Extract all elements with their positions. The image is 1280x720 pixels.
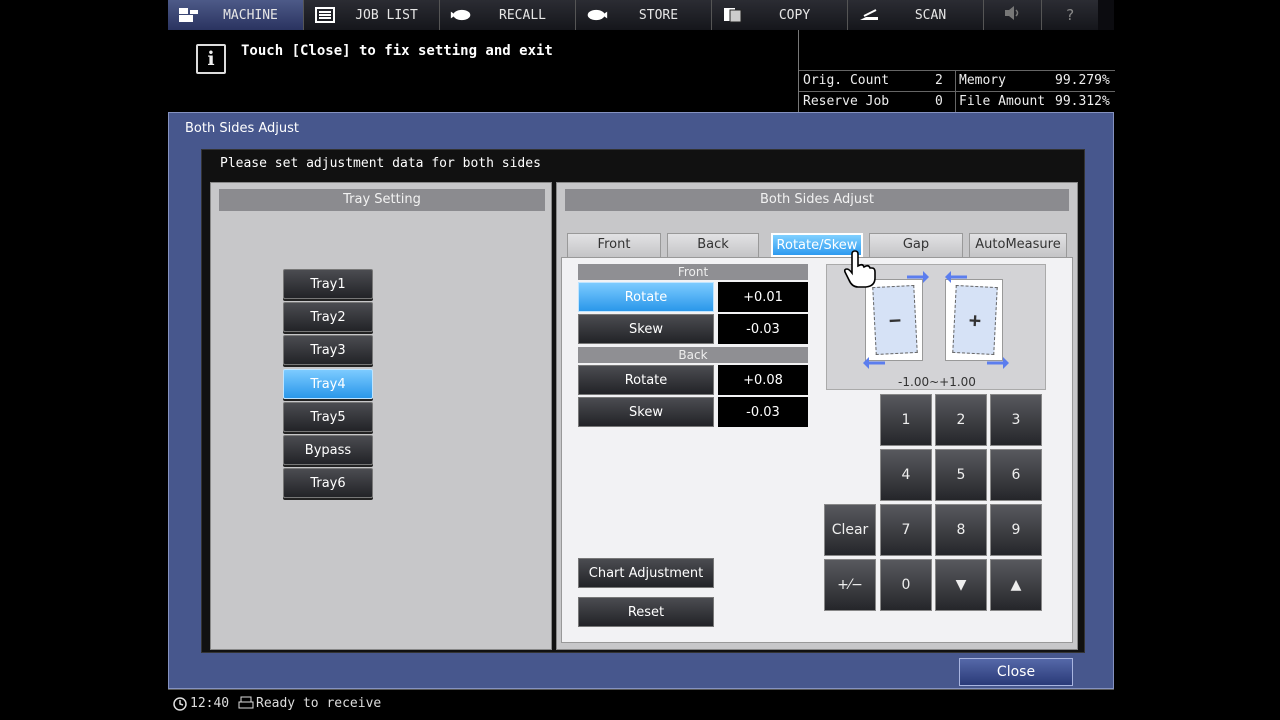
both-sides-adjust-dialog: Both Sides Adjust Please set adjustment … (168, 112, 1114, 689)
range-label: -1.00~+1.00 (898, 375, 976, 389)
tray-5-button[interactable]: Tray5 (283, 402, 373, 432)
front-skew-value: -0.03 (718, 314, 808, 344)
both-sides-adjust-panel: Both Sides Adjust Front Back Rotate/Skew… (556, 182, 1078, 650)
recall-icon (450, 7, 472, 23)
tray-1-button[interactable]: Tray1 (283, 269, 373, 299)
tab-store-label: STORE (638, 7, 679, 23)
tray-4-button[interactable]: Tray4 (283, 369, 373, 399)
orig-count-label: Orig. Count (803, 73, 890, 88)
tab-store[interactable]: STORE (576, 0, 712, 30)
bypass-button[interactable]: Bypass (283, 435, 373, 465)
reserve-job-label: Reserve Job (803, 94, 890, 109)
tab-front[interactable]: Front (567, 233, 661, 257)
memory-value: 99.279% (1055, 73, 1110, 88)
tray-setting-title: Tray Setting (219, 189, 545, 211)
clock-icon (173, 697, 187, 715)
printer-icon (238, 696, 254, 714)
tray-2-button[interactable]: Tray2 (283, 302, 373, 332)
counters-panel: Orig. Count 2 Memory 99.279% Reserve Job… (798, 30, 1115, 112)
key-4[interactable]: 4 (880, 449, 932, 501)
plus-minus-button[interactable]: +⁄− (824, 559, 876, 611)
both-sides-adjust-title: Both Sides Adjust (565, 189, 1069, 211)
key-9[interactable]: 9 (990, 504, 1042, 556)
tray-6-button[interactable]: Tray6 (283, 468, 373, 498)
tab-job-list[interactable]: JOB LIST (304, 0, 440, 30)
key-6[interactable]: 6 (990, 449, 1042, 501)
down-arrow-button[interactable]: ▼ (935, 559, 987, 611)
back-skew-button[interactable]: Skew (578, 397, 714, 427)
tab-scan-label: SCAN (914, 7, 947, 23)
dialog-title: Both Sides Adjust (185, 121, 299, 136)
tab-recall-label: RECALL (499, 7, 546, 23)
tab-automeasure[interactable]: AutoMeasure (969, 233, 1067, 257)
help-icon: ? (1065, 6, 1075, 24)
tab-recall[interactable]: RECALL (440, 0, 576, 30)
speaker-icon (1004, 6, 1022, 24)
front-rotate-value: +0.01 (718, 282, 808, 312)
key-0[interactable]: 0 (880, 559, 932, 611)
back-section-heading: Back (578, 347, 808, 363)
tray-setting-panel: Tray Setting Tray1 Tray2 Tray3 Tray4 Tra… (210, 182, 552, 650)
tab-gap[interactable]: Gap (869, 233, 963, 257)
back-rotate-button[interactable]: Rotate (578, 365, 714, 395)
info-icon: i (196, 44, 226, 74)
rotate-skew-content: Front Rotate +0.01 Skew -0.03 Back Rotat… (561, 257, 1073, 643)
list-icon (314, 7, 336, 23)
front-section-heading: Front (578, 264, 808, 280)
status-bar: 12:40 Ready to receive (168, 689, 1114, 720)
tab-copy[interactable]: COPY (712, 0, 848, 30)
copy-icon (722, 7, 744, 23)
counter-row-2: Reserve Job 0 File Amount 99.312% (799, 91, 1115, 112)
memory-label: Memory (955, 71, 1006, 91)
up-arrow-button[interactable]: ▲ (990, 559, 1042, 611)
store-icon (586, 7, 608, 23)
file-amount-label: File Amount (955, 92, 1045, 112)
key-2[interactable]: 2 (935, 394, 987, 446)
status-text: Ready to receive (256, 696, 382, 711)
volume-button[interactable] (984, 0, 1042, 30)
reset-button[interactable]: Reset (578, 597, 714, 627)
back-skew-value: -0.03 (718, 397, 808, 427)
help-button[interactable]: ? (1042, 0, 1098, 30)
front-skew-button[interactable]: Skew (578, 314, 714, 344)
dialog-body: Please set adjustment data for both side… (201, 149, 1085, 653)
file-amount-value: 99.312% (1055, 94, 1110, 109)
hand-cursor-icon (842, 250, 882, 290)
chart-adjustment-button[interactable]: Chart Adjustment (578, 558, 714, 588)
tray-3-button[interactable]: Tray3 (283, 335, 373, 365)
tab-back[interactable]: Back (667, 233, 759, 257)
key-1[interactable]: 1 (880, 394, 932, 446)
tab-machine[interactable]: MACHINE (168, 0, 304, 30)
scan-icon (858, 7, 880, 23)
key-5[interactable]: 5 (935, 449, 987, 501)
clear-button[interactable]: Clear (824, 504, 876, 556)
status-time: 12:40 (190, 696, 230, 711)
front-rotate-button[interactable]: Rotate (578, 282, 714, 312)
key-3[interactable]: 3 (990, 394, 1042, 446)
machine-icon (178, 7, 200, 23)
key-8[interactable]: 8 (935, 504, 987, 556)
message-text: Touch [Close] to fix setting and exit (241, 43, 553, 59)
tab-scan[interactable]: SCAN (848, 0, 984, 30)
instruction-text: Please set adjustment data for both side… (220, 156, 541, 171)
machine-screen: MACHINE JOB LIST RECALL STORE COPY SCAN … (168, 0, 1115, 720)
tab-copy-label: COPY (778, 7, 811, 23)
close-button[interactable]: Close (959, 658, 1073, 686)
top-navigation: MACHINE JOB LIST RECALL STORE COPY SCAN … (168, 0, 1114, 30)
reserve-job-value: 0 (935, 94, 943, 109)
orig-count-value: 2 (935, 73, 943, 88)
tab-job-list-label: JOB LIST (355, 7, 418, 23)
back-rotate-value: +0.08 (718, 365, 808, 395)
key-7[interactable]: 7 (880, 504, 932, 556)
tab-machine-label: MACHINE (223, 7, 278, 23)
message-bar: i Touch [Close] to fix setting and exit (168, 30, 798, 112)
counter-row-1: Orig. Count 2 Memory 99.279% (799, 70, 1115, 91)
